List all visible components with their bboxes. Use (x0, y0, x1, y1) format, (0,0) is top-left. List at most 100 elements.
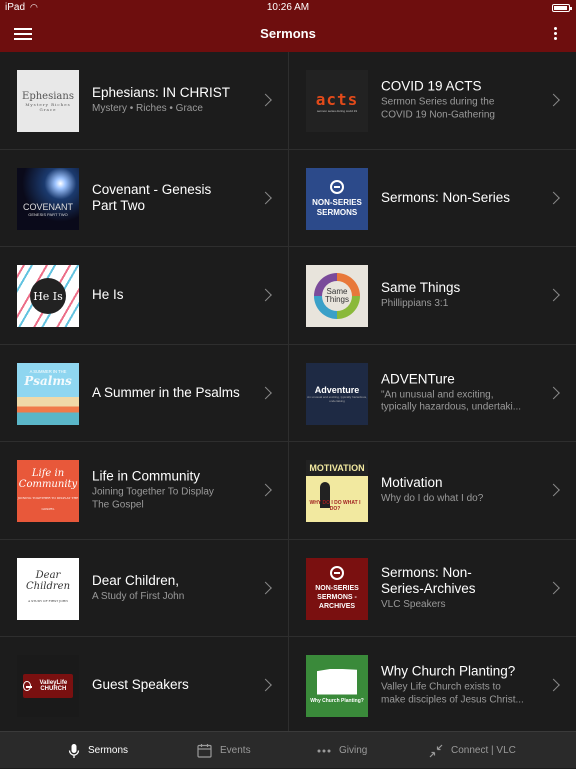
series-item-same-things[interactable]: Same Things Same Things Phillippians 3:1 (289, 247, 576, 345)
chevron-right-icon (547, 93, 560, 107)
chevron-right-icon (547, 581, 560, 595)
status-bar: iPad ◠ 10:26 AM (0, 0, 576, 16)
series-thumbnail: Ephesians Mystery Riches Grace (17, 70, 79, 132)
series-thumbnail: A SUMMER IN THE Psalms (17, 362, 79, 425)
sermon-series-grid: Ephesians Mystery Riches Grace Ephesians… (0, 52, 576, 735)
series-thumbnail: NON-SERIES SERMONS (306, 167, 368, 230)
series-thumbnail: NON-SERIES SERMONS - ARCHIVES (306, 557, 368, 620)
tab-label: Sermons (88, 745, 129, 756)
page-title: Sermons (260, 26, 316, 41)
tab-sermons[interactable]: Sermons (68, 732, 128, 769)
chevron-right-icon (547, 483, 560, 497)
thumbnail-title: COVENANT (22, 202, 73, 212)
tab-connect-vlc[interactable]: Connect | VLC (429, 732, 516, 769)
thumbnail-subtitle: GENESIS PART TWO (28, 212, 68, 217)
thumbnail-title: acts (315, 89, 359, 109)
series-item-non-series[interactable]: NON-SERIES SERMONS Sermons: Non-Series (289, 150, 576, 247)
series-title: Dear Children, (92, 572, 180, 588)
thumbnail-title: ValleyLife CHURCH (39, 680, 68, 692)
chevron-right-icon (259, 386, 272, 400)
nav-bar: Sermons (0, 16, 576, 52)
series-title: ADVENTure (381, 371, 455, 387)
thumbnail-title: Life in Community (18, 467, 78, 490)
series-title: COVID 19 ACTS (381, 78, 482, 94)
series-item-non-series-archives[interactable]: NON-SERIES SERMONS - ARCHIVES Sermons: N… (289, 540, 576, 637)
state-map-icon (317, 668, 357, 695)
series-thumbnail: Adventure An unusual and exciting, typic… (306, 362, 368, 425)
series-subtitle: Sermon Series during the COVID 19 Non-Ga… (381, 96, 495, 121)
series-item-psalms[interactable]: A SUMMER IN THE Psalms A Summer in the P… (0, 344, 289, 442)
series-title: Sermons: Non- Series-Archives (381, 564, 476, 596)
series-thumbnail: Same Things (306, 265, 368, 327)
series-thumbnail: MOTIVATION WHY DO I DO WHAT I DO? (306, 460, 368, 522)
series-item-life-in-community[interactable]: Life in Community JOINING TOGETHER TO DI… (0, 442, 289, 540)
series-title: He Is (92, 287, 124, 303)
chevron-right-icon (547, 288, 560, 302)
series-item-covenant[interactable]: COVENANT GENESIS PART TWO Covenant - Gen… (0, 149, 289, 247)
series-item-he-is[interactable]: He Is He Is (0, 247, 289, 345)
series-thumbnail: acts sermon series during covid 19 (306, 70, 368, 132)
series-subtitle: Why do I do what I do? (381, 493, 484, 504)
series-title: Motivation (381, 475, 443, 490)
tab-events[interactable]: Events (197, 732, 251, 769)
series-title: Guest Speakers (92, 677, 189, 693)
series-item-ephesians[interactable]: Ephesians Mystery Riches Grace Ephesians… (0, 52, 289, 150)
more-options-icon[interactable] (552, 25, 558, 43)
thumbnail-subtitle: JOINING TOGETHER TO DISPLAY THE GOSPEL (17, 495, 79, 511)
bottom-tab-bar: Sermons Events Giving Connect | VLC (0, 731, 576, 768)
series-item-covid-acts[interactable]: acts sermon series during covid 19 COVID… (289, 52, 576, 150)
church-logo-icon (23, 681, 32, 691)
calendar-icon (197, 744, 212, 758)
series-item-church-planting[interactable]: Why Church Planting? Why Church Planting… (289, 637, 576, 735)
microphone-icon (68, 743, 80, 758)
dots-icon (317, 749, 331, 752)
thumbnail-title: Why Church Planting? (310, 697, 364, 704)
series-thumbnail: Life in Community JOINING TOGETHER TO DI… (17, 460, 79, 522)
series-subtitle: Valley Life Church exists to make discip… (381, 681, 524, 706)
thumbnail-title: He Is (30, 278, 66, 314)
church-logo-icon (330, 179, 344, 194)
series-thumbnail: He Is (17, 265, 79, 327)
series-thumbnail: ValleyLife CHURCH (17, 655, 79, 717)
series-subtitle: VLC Speakers (381, 598, 446, 610)
thumbnail-title: NON-SERIES SERMONS - ARCHIVES (315, 585, 359, 610)
series-title: Sermons: Non-Series (381, 189, 511, 205)
series-subtitle: Joining Together To Display The Gospel (92, 486, 214, 511)
battery-icon (552, 4, 572, 12)
series-title: Ephesians: IN CHRIST (92, 85, 231, 100)
chevron-right-icon (259, 93, 272, 107)
thumbnail-subtitle: sermon series during covid 19 (316, 108, 358, 113)
series-item-motivation[interactable]: MOTIVATION WHY DO I DO WHAT I DO? Motiva… (289, 442, 576, 540)
chevron-right-icon (547, 386, 560, 400)
series-subtitle: "An unusual and exciting, typically haza… (381, 389, 522, 413)
thumbnail-subtitle: A STUDY OF FIRST JOHN (28, 599, 68, 603)
series-title: Life in Community (92, 468, 201, 484)
series-thumbnail: Why Church Planting? (306, 655, 368, 717)
series-item-dear-children[interactable]: Dear Children A STUDY OF FIRST JOHN Dear… (0, 539, 289, 637)
series-title: Same Things (381, 280, 461, 295)
church-logo-icon (330, 566, 344, 580)
series-item-adventure[interactable]: Adventure An unusual and exciting, typic… (289, 345, 576, 442)
thumbnail-title: Dear Children (25, 570, 71, 592)
thumbnail-title: Ephesians (22, 90, 74, 102)
series-subtitle: Mystery • Riches • Grace (92, 103, 203, 114)
series-title: Covenant - Genesis Part Two (92, 181, 212, 213)
thumbnail-title: Adventure (314, 384, 360, 395)
tab-giving[interactable]: Giving (317, 732, 367, 769)
tab-label: Giving (339, 745, 368, 756)
series-subtitle: Phillippians 3:1 (381, 298, 449, 309)
chevron-right-icon (259, 483, 272, 497)
series-thumbnail: Dear Children A STUDY OF FIRST JOHN (17, 557, 79, 620)
chevron-right-icon (259, 191, 272, 205)
status-time: 10:26 AM (266, 2, 310, 13)
tab-label: Connect | VLC (451, 745, 516, 756)
chevron-right-icon (259, 581, 272, 595)
series-item-guest-speakers[interactable]: ValleyLife CHURCH Guest Speakers (0, 637, 289, 735)
chevron-right-icon (547, 191, 560, 205)
compress-icon (429, 744, 443, 757)
thumbnail-subtitle: WHY DO I DO WHAT I DO? (309, 500, 361, 512)
thumbnail-subtitle: An unusual and exciting, typically hazar… (307, 394, 367, 403)
series-title: Why Church Planting? (381, 663, 516, 679)
chevron-right-icon (259, 288, 272, 302)
thumbnail-subtitle: Mystery Riches Grace (25, 101, 71, 112)
